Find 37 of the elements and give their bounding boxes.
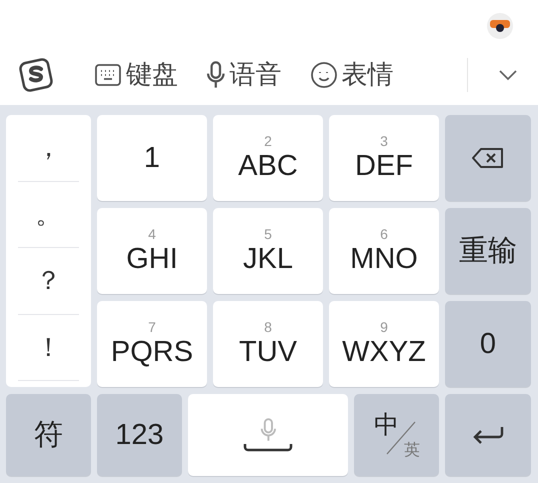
microphone-icon <box>260 418 276 442</box>
smiley-icon <box>310 60 338 88</box>
letter-key[interactable]: 7 PQRS <box>97 301 207 387</box>
letter-key[interactable]: 6 MNO <box>329 208 439 294</box>
letter-key[interactable]: 8 TUV <box>213 301 323 387</box>
key[interactable]: 123 <box>97 394 182 476</box>
keyboard-icon <box>94 62 122 88</box>
backspace-key[interactable] <box>445 115 531 201</box>
letter-key[interactable]: 9 WXYZ <box>329 301 439 387</box>
english-label: 英 <box>404 440 420 461</box>
mascot-icon <box>486 12 514 40</box>
punctuation-key[interactable]: ？ <box>18 248 79 314</box>
microphone-icon <box>206 60 226 88</box>
punctuation-key[interactable]: ！ <box>18 314 79 381</box>
tab-label: 表情 <box>342 58 394 91</box>
tab-label: 语音 <box>230 58 282 91</box>
chevron-down-icon[interactable] <box>498 68 518 80</box>
toolbar-tab[interactable]: 表情 <box>310 57 394 92</box>
backspace-icon <box>471 147 505 169</box>
key[interactable]: 重输 <box>445 208 531 294</box>
key[interactable]: 0 <box>445 301 531 387</box>
letter-key[interactable]: 4 GHI <box>97 208 207 294</box>
space-icon <box>243 442 293 452</box>
enter-icon <box>471 424 505 446</box>
letter-key[interactable]: 1 <box>97 115 207 201</box>
letter-key[interactable]: 2 ABC <box>213 115 323 201</box>
language-switch-key[interactable]: 中 英 <box>354 394 439 476</box>
tab-label: 键盘 <box>126 58 178 91</box>
letter-key[interactable]: 5 JKL <box>213 208 323 294</box>
punctuation-key[interactable]: ， <box>18 115 79 182</box>
letter-key[interactable]: 3 DEF <box>329 115 439 201</box>
logo-icon[interactable] <box>18 56 54 92</box>
chinese-label: 中 <box>374 410 399 441</box>
toolbar-tab[interactable]: 语音 <box>206 57 282 92</box>
toolbar-tab[interactable]: 键盘 <box>94 57 178 92</box>
key[interactable]: 符 <box>6 394 91 476</box>
punctuation-key[interactable]: 。 <box>18 182 79 248</box>
